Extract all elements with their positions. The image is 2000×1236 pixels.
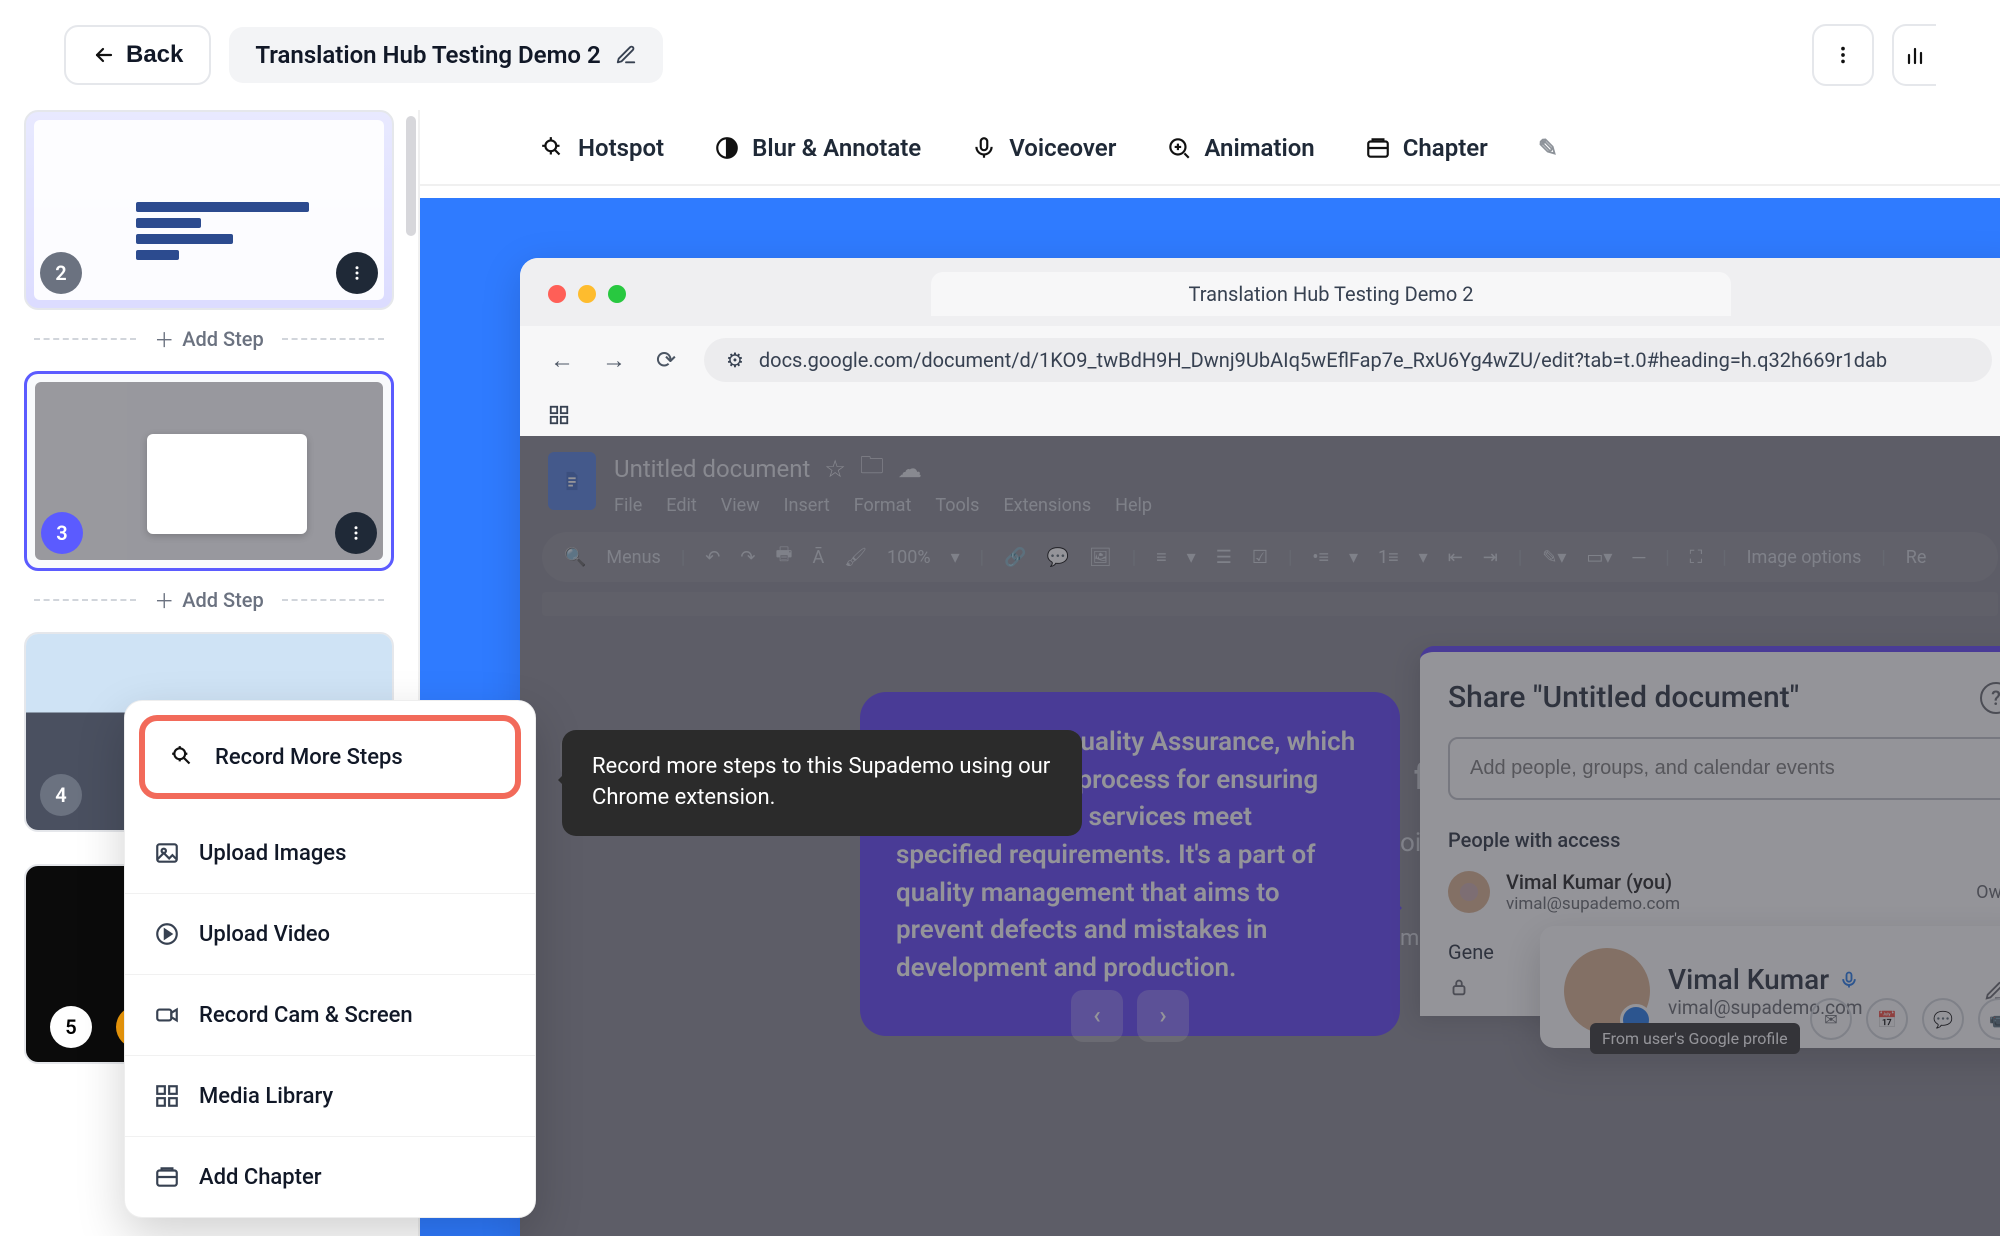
- plus-icon: ＋: [154, 585, 174, 614]
- record-more-tooltip: Record more steps to this Supademo using…: [562, 730, 1082, 836]
- nav-forward-icon[interactable]: →: [600, 346, 628, 375]
- tab-hotspot[interactable]: Hotspot: [540, 134, 664, 162]
- microphone-icon: [971, 135, 997, 161]
- tab-chapter[interactable]: Chapter: [1365, 134, 1488, 162]
- image-icon: [153, 839, 181, 867]
- window-controls: [548, 285, 626, 303]
- tab-label: Blur & Annotate: [752, 134, 921, 162]
- sidebar-scrollbar[interactable]: [406, 116, 416, 236]
- step-number-badge: 2: [40, 252, 82, 294]
- zoom-icon: [1166, 135, 1192, 161]
- bar-chart-icon: [1903, 43, 1927, 67]
- nav-back-icon[interactable]: ←: [548, 346, 576, 375]
- analytics-button[interactable]: [1892, 24, 1936, 86]
- step-more-button[interactable]: [335, 512, 377, 554]
- add-step-divider[interactable]: ＋ Add Step: [24, 324, 394, 353]
- step-number-badge: 5: [50, 1006, 92, 1048]
- site-settings-icon: ⚙: [726, 348, 744, 372]
- popover-upload-video[interactable]: Upload Video: [125, 894, 535, 975]
- pencil-icon[interactable]: [615, 44, 637, 66]
- page-title: Translation Hub Testing Demo 2: [255, 41, 600, 69]
- dots-vertical-icon: [1832, 44, 1854, 66]
- nav-reload-icon[interactable]: ⟳: [652, 346, 680, 374]
- popover-item-label: Upload Video: [199, 922, 330, 947]
- docs-chrome: Untitled document ☆ 🗀 ☁ File Edit View I…: [520, 436, 2000, 1236]
- plus-icon: ＋: [154, 324, 174, 353]
- chapter-icon: [153, 1163, 181, 1191]
- target-icon: [540, 135, 566, 161]
- step-thumbnail-2[interactable]: 2: [24, 110, 394, 310]
- popover-item-label: Record More Steps: [215, 745, 403, 770]
- cursor-click-icon: [169, 743, 197, 771]
- popover-item-label: Upload Images: [199, 841, 346, 866]
- popover-item-label: Add Chapter: [199, 1165, 322, 1190]
- app-header: Back Translation Hub Testing Demo 2: [0, 0, 2000, 110]
- popover-upload-images[interactable]: Upload Images: [125, 813, 535, 894]
- popover-record-more-steps[interactable]: Record More Steps: [139, 715, 521, 799]
- play-circle-icon: [153, 920, 181, 948]
- back-button[interactable]: Back: [64, 25, 211, 85]
- address-bar[interactable]: ⚙ docs.google.com/document/d/1KO9_twBdH9…: [704, 338, 1992, 382]
- browser-titlebar: Translation Hub Testing Demo 2: [520, 258, 2000, 326]
- back-label: Back: [126, 41, 183, 69]
- minimize-dot-icon: [578, 285, 596, 303]
- grid-icon: [153, 1082, 181, 1110]
- add-step-divider[interactable]: ＋ Add Step: [24, 585, 394, 614]
- tab-overflow[interactable]: ✎: [1538, 134, 1558, 162]
- add-step-popover: Record More Steps Upload Images Upload V…: [124, 700, 536, 1218]
- step-number-badge: 4: [40, 774, 82, 816]
- tab-voiceover[interactable]: Voiceover: [971, 134, 1116, 162]
- tab-label: Hotspot: [578, 134, 664, 162]
- editor-tabs: Hotspot Blur & Annotate Voiceover Animat…: [420, 110, 2000, 186]
- pencil-icon: ✎: [1538, 134, 1558, 162]
- popover-item-label: Record Cam & Screen: [199, 1003, 413, 1028]
- popover-media-library[interactable]: Media Library: [125, 1056, 535, 1137]
- address-text: docs.google.com/document/d/1KO9_twBdH9H_…: [759, 348, 1887, 372]
- close-dot-icon: [548, 285, 566, 303]
- apps-icon[interactable]: [520, 394, 2000, 436]
- chapter-icon: [1365, 135, 1391, 161]
- step-thumbnail-3[interactable]: 3: [24, 371, 394, 571]
- popover-add-chapter[interactable]: Add Chapter: [125, 1137, 535, 1217]
- tab-label: Chapter: [1403, 134, 1488, 162]
- step-more-button[interactable]: [336, 252, 378, 294]
- browser-tab-title: Translation Hub Testing Demo 2: [931, 272, 1731, 316]
- tab-blur-annotate[interactable]: Blur & Annotate: [714, 134, 921, 162]
- add-step-label: Add Step: [182, 588, 264, 612]
- add-step-label: Add Step: [182, 327, 264, 351]
- browser-toolbar: ← → ⟳ ⚙ docs.google.com/document/d/1KO9_…: [520, 326, 2000, 394]
- camera-icon: [153, 1001, 181, 1029]
- half-circle-icon: [714, 135, 740, 161]
- tab-label: Voiceover: [1009, 134, 1116, 162]
- dim-overlay: [520, 436, 2000, 1236]
- popover-record-cam-screen[interactable]: Record Cam & Screen: [125, 975, 535, 1056]
- tooltip-text: Record more steps to this Supademo using…: [592, 754, 1050, 810]
- more-menu-button[interactable]: [1812, 24, 1874, 86]
- preview-canvas: Translation Hub Testing Demo 2 ← → ⟳ ⚙ d…: [420, 198, 2000, 1236]
- page-title-chip[interactable]: Translation Hub Testing Demo 2: [229, 27, 662, 83]
- popover-item-label: Media Library: [199, 1084, 333, 1109]
- maximize-dot-icon: [608, 285, 626, 303]
- tab-label: Animation: [1204, 134, 1314, 162]
- step-number-badge: 3: [41, 512, 83, 554]
- tab-animation[interactable]: Animation: [1166, 134, 1314, 162]
- arrow-left-icon: [92, 43, 116, 67]
